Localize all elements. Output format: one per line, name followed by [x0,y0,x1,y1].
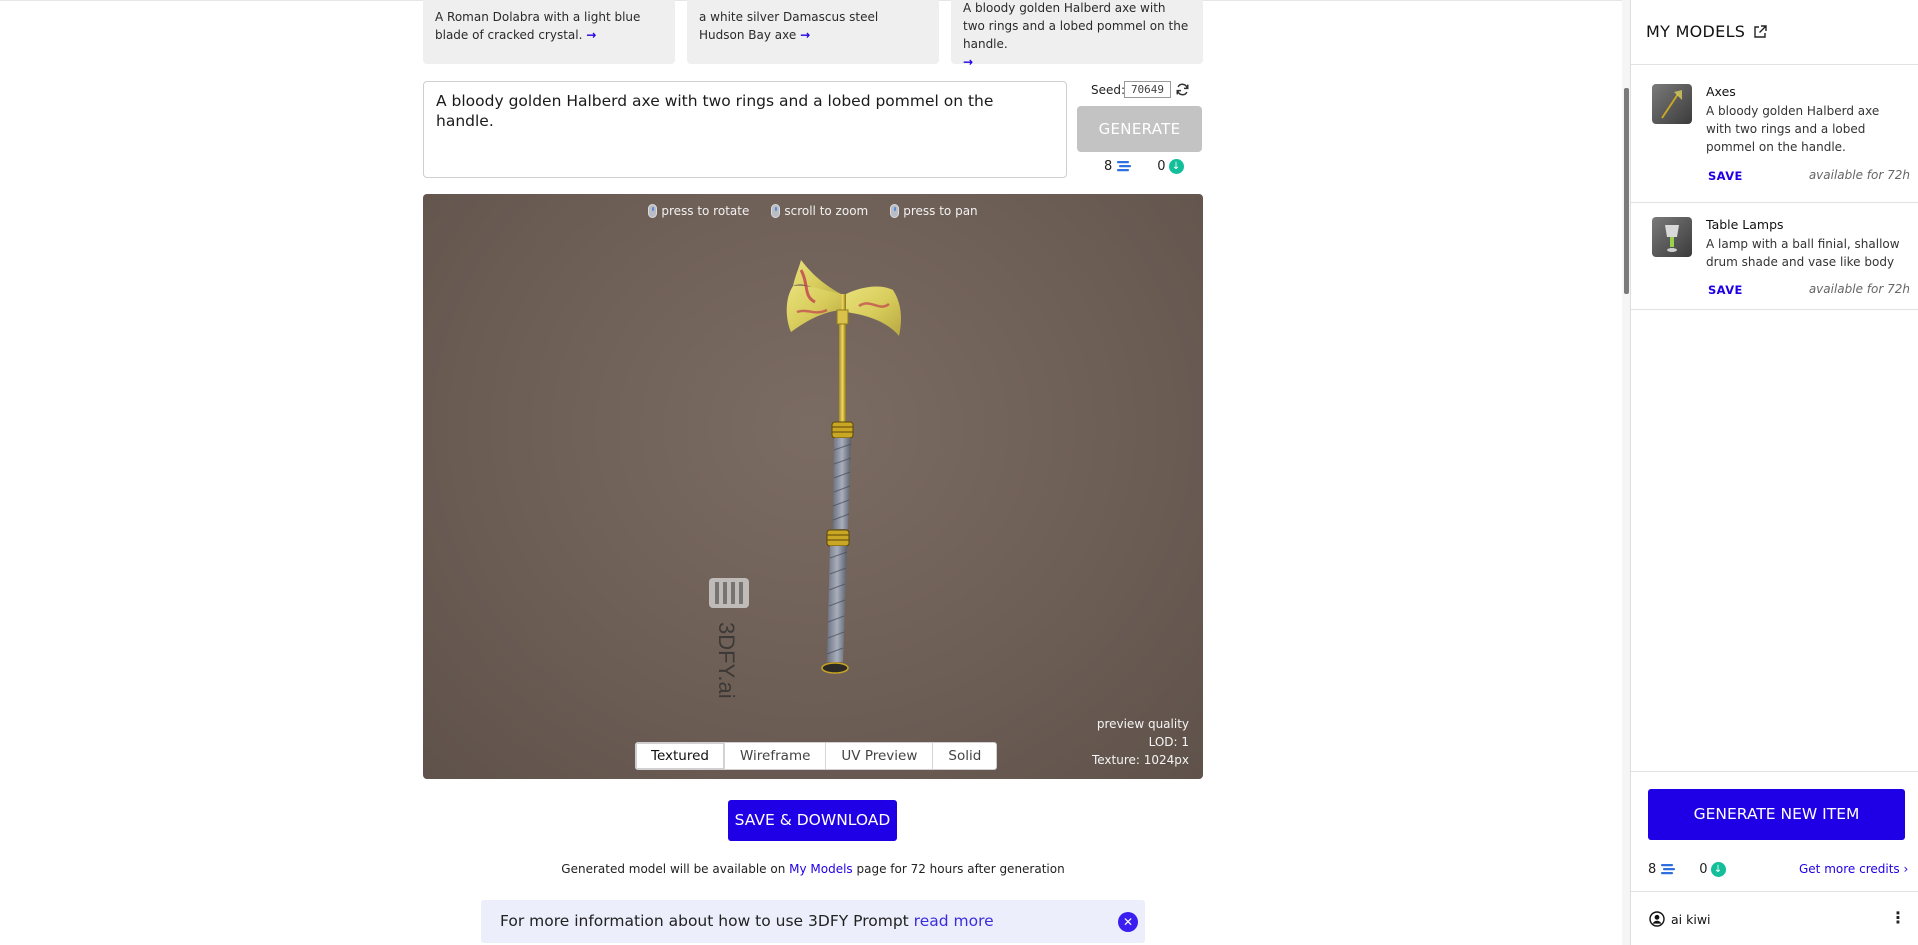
model-availability: available for 72h [1808,168,1910,182]
sidebar-divider [1631,771,1918,772]
arrow-right-icon[interactable]: → [963,55,973,69]
download-icon: ↓ [1710,862,1726,877]
model-item-axes[interactable]: Axes A bloody golden Halberd axe with tw… [1652,84,1912,194]
note-before: Generated model will be available on [561,862,790,876]
mode-textured[interactable]: Textured [636,743,725,769]
model-description: A bloody golden Halberd axe with two rin… [1706,104,1880,154]
download-credits-count: 0 [1157,159,1166,174]
mode-wireframe[interactable]: Wireframe [725,743,827,769]
texture-label: Texture: 1024px [1091,753,1189,767]
user-avatar-icon [1649,911,1665,927]
lod-label: LOD: 1 [1148,735,1189,749]
sidebar-divider [1631,891,1918,892]
credits-stack-icon [1661,863,1676,874]
scrollbar-thumb[interactable] [1624,88,1629,294]
sidebar-divider [1631,309,1918,310]
note-after: page for 72 hours after generation [852,862,1065,876]
arrow-right-icon[interactable]: → [800,28,810,42]
mode-solid[interactable]: Solid [933,743,996,769]
render-mode-selector: Textured Wireframe UV Preview Solid [635,742,998,770]
example-card-hudson-bay[interactable]: a white silver Damascus steel Hudson Bay… [687,0,939,64]
sidebar-header: MY MODELS [1646,22,1767,41]
quality-info: preview quality LOD: 1 Texture: 1024px [1092,715,1189,769]
3dfy-logo-watermark: 3DFY.ai [709,578,749,699]
sidebar-credits-row: 8 0 ↓ [1648,862,1726,877]
sidebar-divider [1631,202,1918,203]
credits-stack-icon [1117,160,1132,171]
refresh-icon[interactable] [1175,82,1190,97]
model-save-button[interactable]: SAVE [1708,169,1743,183]
model-item-table-lamps[interactable]: Table Lamps A lamp with a ball finial, s… [1652,217,1912,302]
model-description: A lamp with a ball finial, shallow drum … [1706,237,1900,269]
example-card-halberd[interactable]: A bloody golden Halberd axe with two rin… [951,0,1203,69]
model-thumbnail [1652,217,1692,257]
seed-label: Seed: [1091,83,1126,97]
more-menu-icon[interactable]: ⋮ [1890,910,1906,926]
example-card-dolabra[interactable]: A Roman Dolabra with a light blue blade … [423,0,675,64]
generate-new-item-button[interactable]: GENERATE NEW ITEM [1648,789,1905,840]
info-text: For more information about how to use 3D… [500,912,914,930]
my-models-link[interactable]: My Models [789,862,853,876]
model-thumbnail [1652,84,1692,124]
external-link-icon[interactable] [1753,24,1767,39]
availability-note: Generated model will be available on My … [0,862,1626,876]
info-banner: For more information about how to use 3D… [481,900,1145,943]
model-title: Axes [1706,84,1736,99]
model-title: Table Lamps [1706,217,1784,232]
example-text: A Roman Dolabra with a light blue blade … [435,10,641,42]
prompt-credits-count: 8 [1648,862,1657,877]
credits-row: 8 0 ↓ [1104,159,1184,174]
halberd-axe-model: 3DFY.ai [709,260,901,699]
get-more-credits-link[interactable]: Get more credits › [1799,862,1908,876]
user-account[interactable]: ai kiwi [1649,911,1711,927]
main-area: A Roman Dolabra with a light blue blade … [0,0,1630,945]
seed-input[interactable]: 70649 [1124,81,1171,98]
user-name: ai kiwi [1671,911,1711,927]
sidebar-title: MY MODELS [1646,22,1746,41]
my-models-sidebar: MY MODELS Axes A bloody golden Halberd a… [1630,0,1918,945]
prompt-credits-count: 8 [1104,159,1113,174]
mode-uv-preview[interactable]: UV Preview [826,743,934,769]
sidebar-divider [1631,64,1918,65]
read-more-link[interactable]: read more [914,912,994,930]
save-download-button[interactable]: SAVE & DOWNLOAD [728,800,897,841]
download-icon: ↓ [1168,159,1184,174]
close-icon[interactable]: ✕ [1118,912,1138,932]
arrow-right-icon[interactable]: → [586,28,596,42]
download-credits-count: 0 [1699,862,1708,877]
model-save-button[interactable]: SAVE [1708,283,1743,297]
watermark-text: 3DFY.ai [714,622,739,699]
prompt-textarea[interactable]: A bloody golden Halberd axe with two rin… [423,81,1067,178]
model-availability: available for 72h [1808,282,1910,296]
model-viewer[interactable]: press to rotate scroll to zoom press to … [423,194,1203,779]
generate-button[interactable]: GENERATE [1077,106,1202,152]
quality-label: preview quality [1096,717,1189,731]
example-text: A bloody golden Halberd axe with two rin… [963,1,1189,51]
example-text: a white silver Damascus steel Hudson Bay… [699,10,879,42]
